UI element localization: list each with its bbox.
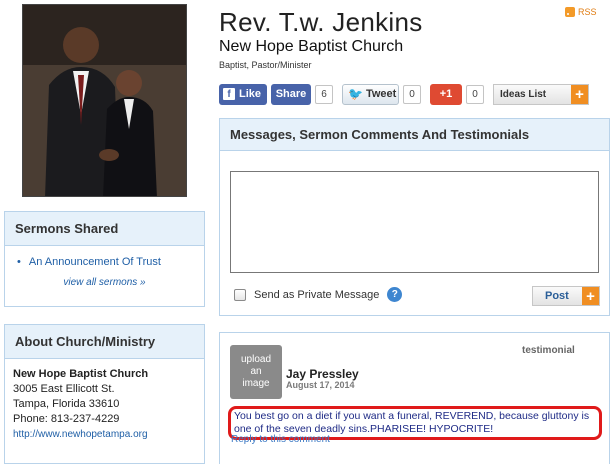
messages-header: Messages, Sermon Comments And Testimonia… — [220, 119, 609, 151]
church-phone: Phone: 813-237-4229 — [13, 413, 120, 425]
tweet-label: Tweet — [365, 88, 397, 100]
testimonial-date: August 17, 2014 — [286, 380, 355, 390]
page-title: Rev. T.w. Jenkins — [219, 7, 423, 37]
private-message-checkbox[interactable] — [234, 288, 246, 301]
facebook-like-label: Like — [239, 88, 262, 100]
about-church-header: About Church/Ministry — [5, 325, 204, 359]
tweet-button[interactable]: 🐦 Tweet — [342, 83, 399, 105]
testimonial-panel: upload an image testimonial Jay Pressley… — [219, 332, 610, 464]
social-bar: f Like Share 6 🐦 Tweet 0 +1 0 Ideas List… — [219, 83, 589, 105]
testimonial-type-label: testimonial — [522, 345, 575, 356]
profile-photo — [22, 4, 187, 197]
sermons-shared-panel: Sermons Shared An Announcement Of Trust … — [4, 211, 205, 307]
avatar-placeholder-line: an — [250, 366, 262, 377]
rss-icon — [565, 7, 575, 17]
help-icon[interactable]: ? — [387, 287, 403, 302]
avatar-placeholder-line: image — [242, 378, 270, 389]
sermons-list: An Announcement Of Trust — [5, 246, 204, 268]
avatar-placeholder-line: upload — [240, 354, 272, 365]
message-textarea[interactable] — [230, 171, 599, 273]
tweet-count: 0 — [403, 84, 421, 104]
facebook-icon: f — [223, 88, 235, 100]
ideas-list-label: Ideas List — [500, 88, 547, 100]
rss-link[interactable]: RSS — [565, 7, 597, 17]
denomination-label: Baptist, Pastor/Minister — [219, 60, 312, 70]
post-label: Post — [545, 290, 569, 302]
facebook-share-button[interactable]: Share — [271, 83, 311, 105]
church-address-line1: 3005 East Ellicott St. — [13, 383, 115, 395]
google-plus-count: 0 — [466, 84, 484, 104]
church-name: New Hope Baptist Church — [13, 368, 149, 380]
view-all-sermons-link[interactable]: view all sermons » — [5, 277, 204, 288]
share-count: 6 — [315, 84, 333, 104]
messages-panel: Messages, Sermon Comments And Testimonia… — [219, 118, 610, 316]
twitter-bird-icon: 🐦 — [348, 87, 363, 101]
google-plus-button[interactable]: +1 — [430, 83, 462, 105]
sermon-link[interactable]: An Announcement Of Trust — [17, 256, 204, 268]
church-address-line2: Tampa, Florida 33610 — [13, 398, 120, 410]
ideas-list-button[interactable]: Ideas List + — [493, 83, 589, 105]
post-button[interactable]: Post + — [532, 286, 600, 306]
plus-icon: + — [571, 84, 588, 104]
plus-icon: + — [582, 287, 599, 305]
rss-label: RSS — [578, 7, 597, 17]
reply-link[interactable]: Reply to this comment — [231, 434, 330, 445]
sermons-shared-header: Sermons Shared — [5, 212, 204, 246]
private-message-label: Send as Private Message — [254, 288, 380, 301]
about-church-panel: About Church/Ministry New Hope Baptist C… — [4, 324, 205, 464]
private-message-option: Send as Private Message ? — [234, 287, 403, 302]
facebook-like-button[interactable]: f Like — [219, 83, 267, 105]
avatar: upload an image — [230, 345, 282, 399]
church-subtitle[interactable]: New Hope Baptist Church — [219, 38, 403, 56]
church-website-link[interactable]: http://www.newhopetampa.org — [13, 427, 196, 442]
testimonial-author[interactable]: Jay Pressley — [286, 367, 359, 381]
about-church-body: New Hope Baptist Church 3005 East Ellico… — [5, 359, 204, 450]
